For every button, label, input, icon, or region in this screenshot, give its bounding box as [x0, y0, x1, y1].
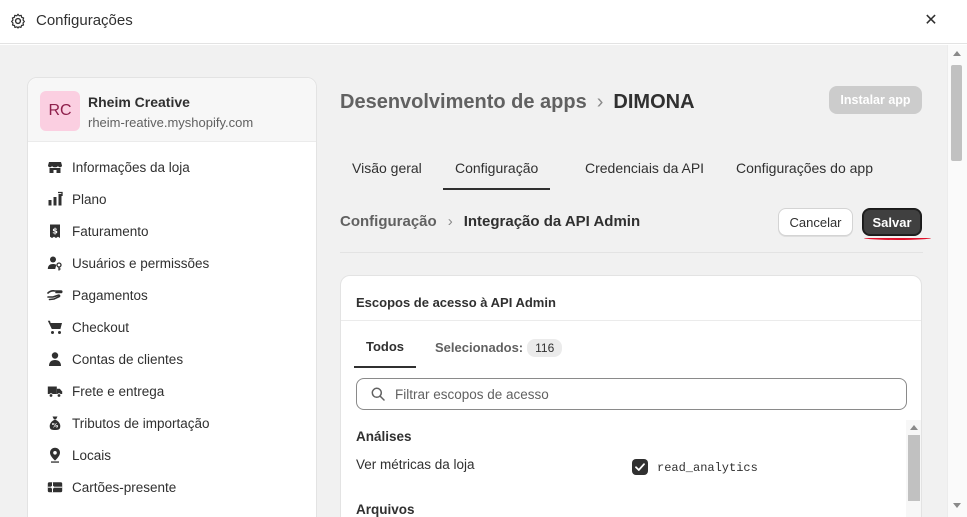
person-icon: [49, 352, 61, 366]
receipt-icon: $: [50, 224, 60, 238]
tab-configuration[interactable]: Configuração: [443, 146, 551, 190]
page-breadcrumb: Desenvolvimento de apps › DIMONA: [340, 91, 695, 114]
sidebar-item-store-info[interactable]: Informações da loja: [28, 152, 316, 184]
store-card[interactable]: RC Rheim Creative rheim-reative.myshopif…: [28, 78, 316, 142]
scope-filter-input[interactable]: [395, 383, 895, 405]
page-scrollbar[interactable]: [947, 45, 967, 517]
truck-icon: [47, 386, 63, 398]
sidebar-item-label: Pagamentos: [72, 288, 148, 303]
sidebar-item-label: Tributos de importação: [72, 416, 210, 431]
sidebar-item-label: Frete e entrega: [72, 384, 165, 399]
sidebar-item-shipping[interactable]: Frete e entrega: [28, 376, 316, 408]
section-breadcrumb-parent-link[interactable]: Configuração: [340, 213, 437, 230]
sidebar-item-payments[interactable]: Pagamentos: [28, 280, 316, 312]
sidebar-item-label: Contas de clientes: [72, 352, 184, 367]
store-name: Rheim Creative: [88, 94, 190, 110]
scope-section-title: Arquivos: [356, 502, 415, 517]
save-highlight-underline: [864, 236, 931, 240]
sidebar-item-locations[interactable]: Locais: [28, 440, 316, 472]
scroll-thumb[interactable]: [908, 435, 920, 501]
sidebar-item-customer-accounts[interactable]: Contas de clientes: [28, 344, 316, 376]
sidebar-item-label: Plano: [72, 192, 107, 207]
scope-filter-field[interactable]: [356, 378, 907, 410]
settings-sidebar: RC Rheim Creative rheim-reative.myshopif…: [27, 77, 317, 517]
install-app-button[interactable]: Instalar app: [829, 86, 922, 114]
admin-api-scopes-card: Escopos de acesso à API Admin Todos Sele…: [340, 275, 922, 517]
scope-code: read_analytics: [657, 461, 758, 475]
sidebar-item-users[interactable]: Usuários e permissões: [28, 248, 316, 280]
tab-all-scopes[interactable]: Todos: [354, 326, 416, 368]
gift-card-icon: [47, 482, 63, 493]
read-analytics-checkbox[interactable]: [632, 459, 648, 475]
sidebar-item-label: Cartões-presente: [72, 480, 177, 495]
sidebar-item-label: Faturamento: [72, 224, 149, 239]
scroll-up-arrow-icon[interactable]: [910, 425, 918, 430]
card-title: Escopos de acesso à API Admin: [356, 295, 556, 310]
tab-app-settings[interactable]: Configurações do app: [736, 146, 873, 190]
dialog-title: Configurações: [36, 12, 133, 29]
settings-content: RC Rheim Creative rheim-reative.myshopif…: [0, 45, 947, 517]
scroll-thumb[interactable]: [951, 65, 962, 161]
card-divider: [341, 320, 921, 321]
cancel-button[interactable]: Cancelar: [778, 208, 853, 236]
breadcrumb-parent-link[interactable]: Desenvolvimento de apps: [340, 91, 587, 113]
plan-icon: [48, 191, 63, 206]
section-breadcrumb: Configuração › Integração da API Admin: [340, 213, 640, 230]
scope-row-label: Ver métricas da loja: [356, 457, 475, 472]
search-icon: [371, 387, 385, 401]
tax-icon: %: [49, 416, 61, 430]
tab-selected-scopes[interactable]: Selecionados: 116: [435, 339, 563, 357]
svg-text:%: %: [52, 422, 59, 430]
scroll-down-arrow-icon[interactable]: [953, 503, 961, 508]
breadcrumb-chevron-icon: ›: [596, 91, 604, 113]
sidebar-item-gift-cards[interactable]: Cartões-presente: [28, 472, 316, 504]
scroll-up-arrow-icon[interactable]: [953, 51, 961, 56]
tab-selected-label: Selecionados:: [435, 340, 524, 355]
store-url: rheim-reative.myshopify.com: [88, 115, 254, 130]
sidebar-item-import-taxes[interactable]: % Tributos de importação: [28, 408, 316, 440]
users-icon: [47, 256, 62, 271]
tab-api-credentials[interactable]: Credenciais da API: [585, 146, 704, 190]
store-avatar: RC: [40, 91, 80, 131]
sidebar-nav: Informações da loja Plano $ Faturamento: [28, 152, 316, 504]
selected-count-badge: 116: [527, 339, 563, 357]
save-button[interactable]: Salvar: [862, 208, 922, 236]
svg-text:$: $: [52, 227, 58, 236]
cart-icon: [47, 320, 62, 334]
sidebar-item-label: Informações da loja: [72, 160, 190, 175]
sidebar-item-label: Checkout: [72, 320, 130, 335]
dialog-titlebar: Configurações ✕: [0, 0, 967, 44]
scope-list-scrollbar[interactable]: [906, 420, 921, 517]
gear-icon: [11, 13, 25, 29]
sidebar-item-checkout[interactable]: Checkout: [28, 312, 316, 344]
scope-section-title: Análises: [356, 429, 412, 444]
tab-overview[interactable]: Visão geral: [352, 146, 422, 190]
sidebar-item-label: Locais: [72, 448, 112, 463]
payment-icon: [47, 290, 63, 301]
close-icon[interactable]: ✕: [922, 12, 940, 30]
page-title: DIMONA: [613, 91, 695, 113]
sidebar-item-label: Usuários e permissões: [72, 256, 210, 271]
section-title: Integração da API Admin: [463, 213, 641, 230]
store-icon: [48, 162, 62, 173]
checkmark-icon: [635, 463, 645, 471]
section-chevron-icon: ›: [447, 213, 453, 230]
sidebar-item-billing[interactable]: $ Faturamento: [28, 216, 316, 248]
location-icon: [50, 447, 60, 463]
sidebar-item-plan[interactable]: Plano: [28, 184, 316, 216]
